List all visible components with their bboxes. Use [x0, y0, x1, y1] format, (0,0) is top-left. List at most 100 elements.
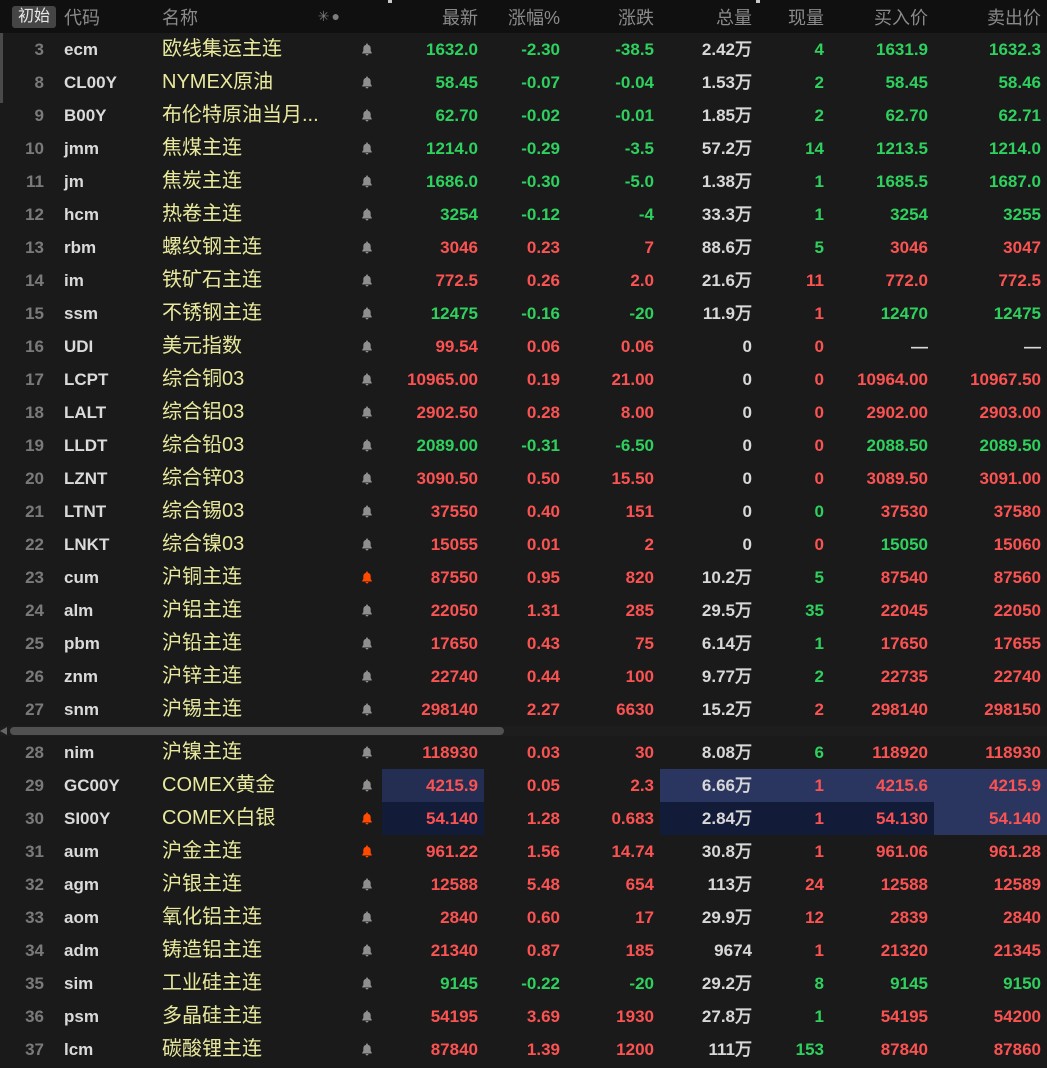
bell-icon[interactable] — [352, 967, 382, 1000]
bell-icon[interactable] — [352, 165, 382, 198]
table-row[interactable]: 35sim工业硅主连9145-0.22-2029.2万891459150 — [0, 967, 1047, 1000]
header-last[interactable]: 最新 — [382, 4, 484, 30]
table-row[interactable]: 21LTNT综合锡03375500.40151003753037580 — [0, 495, 1047, 528]
bell-icon[interactable] — [352, 198, 382, 231]
ask-price-cell: 4215.9 — [934, 769, 1047, 802]
bell-icon[interactable] — [352, 297, 382, 330]
bell-icon[interactable] — [352, 132, 382, 165]
bell-icon[interactable] — [352, 868, 382, 901]
code-cell: cum — [56, 561, 154, 594]
table-row[interactable]: 3ecm欧线集运主连1632.0-2.30-38.52.42万41631.916… — [0, 33, 1047, 66]
table-row[interactable]: 20LZNT综合锌033090.500.5015.50003089.503091… — [0, 462, 1047, 495]
code-cell: LLDT — [56, 429, 154, 462]
table-row[interactable]: 34adm铸造铝主连213400.87185967412132021345 — [0, 934, 1047, 967]
current-volume-cell: 0 — [758, 429, 830, 462]
header-chg[interactable]: 涨跌 — [566, 4, 660, 30]
ask-price-cell: 2840 — [934, 901, 1047, 934]
bell-icon[interactable] — [352, 1000, 382, 1033]
bell-icon[interactable] — [352, 736, 382, 769]
bell-icon[interactable] — [352, 495, 382, 528]
header-bid[interactable]: 买入价 — [830, 4, 934, 30]
table-row[interactable]: 25pbm沪铅主连176500.43756.14万11765017655 — [0, 627, 1047, 660]
table-row[interactable]: 28nim沪镍主连1189300.03308.08万6118920118930 — [0, 736, 1047, 769]
bell-icon[interactable] — [352, 528, 382, 561]
bell-icon[interactable] — [352, 594, 382, 627]
bell-icon[interactable] — [352, 561, 382, 594]
table-row[interactable]: 12hcm热卷主连3254-0.12-433.3万132543255 — [0, 198, 1047, 231]
table-row[interactable]: 19LLDT综合铅032089.00-0.31-6.50002088.50208… — [0, 429, 1047, 462]
bid-price-cell: 87840 — [830, 1033, 934, 1066]
horizontal-scrollbar[interactable] — [0, 726, 1047, 736]
current-volume-cell: 0 — [758, 396, 830, 429]
pct-change-cell: 0.43 — [484, 627, 566, 660]
row-number: 15 — [0, 297, 56, 330]
vertical-scrollbar-thumb[interactable] — [0, 33, 3, 103]
table-row[interactable]: 18LALT综合铝032902.500.288.00002902.002903.… — [0, 396, 1047, 429]
pct-change-cell: -0.07 — [484, 66, 566, 99]
header-pct[interactable]: 涨幅% — [484, 4, 566, 30]
row-number: 25 — [0, 627, 56, 660]
pct-change-cell: 3.69 — [484, 1000, 566, 1033]
code-cell: LTNT — [56, 495, 154, 528]
bell-icon[interactable] — [352, 429, 382, 462]
bell-icon[interactable] — [352, 1033, 382, 1066]
table-row[interactable]: 33aom氧化铝主连28400.601729.9万1228392840 — [0, 901, 1047, 934]
header-code[interactable]: 代码 — [56, 4, 154, 30]
bell-icon[interactable] — [352, 231, 382, 264]
bell-icon[interactable] — [352, 835, 382, 868]
current-volume-cell: 6 — [758, 736, 830, 769]
table-row[interactable]: 26znm沪锌主连227400.441009.77万22273522740 — [0, 660, 1047, 693]
change-cell: 185 — [566, 934, 660, 967]
table-row[interactable]: 29GC00YCOMEX黄金4215.90.052.36.66万14215.64… — [0, 769, 1047, 802]
table-row[interactable]: 31aum沪金主连961.221.5614.7430.8万1961.06961.… — [0, 835, 1047, 868]
table-row[interactable]: 23cum沪铜主连875500.9582010.2万58754087560 — [0, 561, 1047, 594]
header-name[interactable]: 名称 ✳● — [154, 4, 352, 30]
bell-icon[interactable] — [352, 769, 382, 802]
table-row[interactable]: 15ssm不锈钢主连12475-0.16-2011.9万11247012475 — [0, 297, 1047, 330]
table-row[interactable]: 16UDI美元指数99.540.060.0600—— — [0, 330, 1047, 363]
table-row[interactable]: 24alm沪铝主连220501.3128529.5万352204522050 — [0, 594, 1047, 627]
bell-icon[interactable] — [352, 264, 382, 297]
table-row[interactable]: 30SI00YCOMEX白银54.1401.280.6832.84万154.13… — [0, 802, 1047, 835]
table-row[interactable]: 27snm沪锡主连2981402.27663015.2万229814029815… — [0, 693, 1047, 726]
star-icon[interactable]: ✳ — [318, 8, 332, 24]
table-row[interactable]: 8CL00YNYMEX原油58.45-0.07-0.041.53万258.455… — [0, 66, 1047, 99]
bell-icon[interactable] — [352, 396, 382, 429]
last-price-cell: 1214.0 — [382, 132, 484, 165]
table-row[interactable]: 11jm焦炭主连1686.0-0.30-5.01.38万11685.51687.… — [0, 165, 1047, 198]
table-row[interactable]: 37lcm碳酸锂主连878401.391200111万1538784087860 — [0, 1033, 1047, 1066]
table-row[interactable]: 9B00Y布伦特原油当月...62.70-0.02-0.011.85万262.7… — [0, 99, 1047, 132]
ask-price-cell: 62.71 — [934, 99, 1047, 132]
scroll-left-arrow-icon[interactable] — [0, 727, 7, 735]
last-price-cell: 99.54 — [382, 330, 484, 363]
bell-icon[interactable] — [352, 462, 382, 495]
bell-icon[interactable] — [352, 99, 382, 132]
table-row[interactable]: 32agm沪银主连125885.48654113万241258812589 — [0, 868, 1047, 901]
horizontal-scrollbar-thumb[interactable] — [10, 727, 504, 735]
settings-icons[interactable]: ✳● — [318, 8, 342, 25]
bell-icon[interactable] — [352, 934, 382, 967]
table-row[interactable]: 10jmm焦煤主连1214.0-0.29-3.557.2万141213.5121… — [0, 132, 1047, 165]
header-vol[interactable]: 总量 — [660, 4, 758, 30]
volume-cell: 0 — [660, 363, 758, 396]
bell-icon[interactable] — [352, 901, 382, 934]
bell-icon[interactable] — [352, 66, 382, 99]
dot-icon[interactable]: ● — [332, 8, 342, 24]
bell-icon[interactable] — [352, 33, 382, 66]
table-row[interactable]: 17LCPT综合铜0310965.000.1921.000010964.0010… — [0, 363, 1047, 396]
init-sort-button[interactable]: 初始 — [12, 6, 56, 28]
table-row[interactable]: 13rbm螺纹钢主连30460.23788.6万530463047 — [0, 231, 1047, 264]
bell-icon[interactable] — [352, 363, 382, 396]
header-cur[interactable]: 现量 — [758, 4, 830, 30]
table-row[interactable]: 36psm多晶硅主连541953.69193027.8万15419554200 — [0, 1000, 1047, 1033]
table-row[interactable]: 14im铁矿石主连772.50.262.021.6万11772.0772.5 — [0, 264, 1047, 297]
bell-icon[interactable] — [352, 627, 382, 660]
bell-icon[interactable] — [352, 802, 382, 835]
header-ask[interactable]: 卖出价 — [934, 4, 1047, 30]
row-number: 29 — [0, 769, 56, 802]
bell-icon[interactable] — [352, 330, 382, 363]
bell-icon[interactable] — [352, 660, 382, 693]
bell-icon[interactable] — [352, 693, 382, 726]
change-cell: 15.50 — [566, 462, 660, 495]
table-row[interactable]: 22LNKT综合镍03150550.012001505015060 — [0, 528, 1047, 561]
